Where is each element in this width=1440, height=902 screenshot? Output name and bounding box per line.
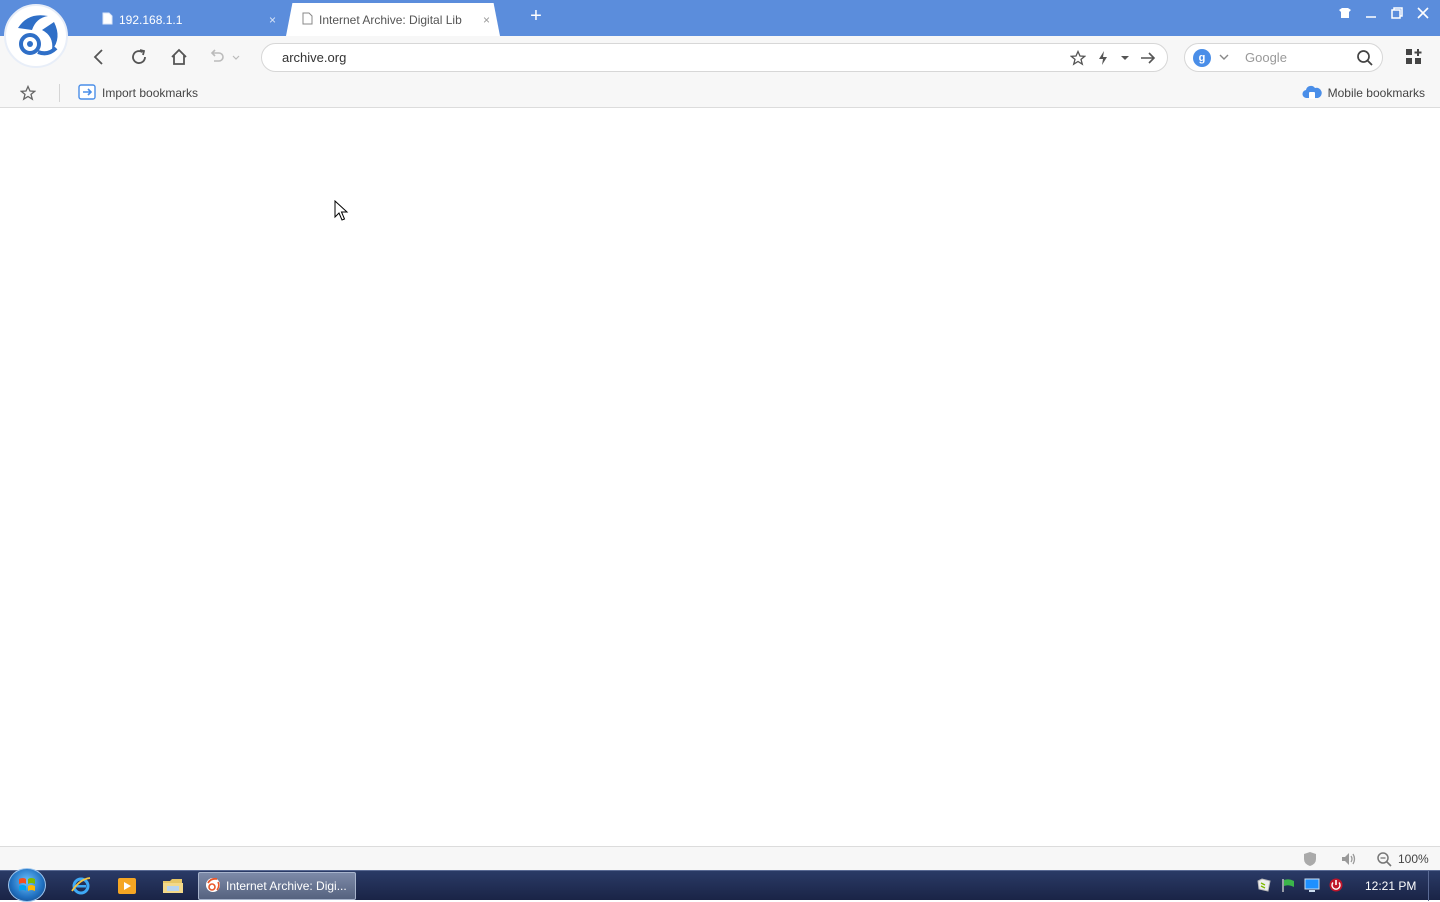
zoom-level[interactable]: 100% bbox=[1398, 852, 1429, 866]
bookmark-label: Import bookmarks bbox=[102, 86, 199, 100]
address-bar[interactable] bbox=[261, 43, 1168, 72]
bookmarks-bar: Import bookmarks Mobile bookmarks bbox=[0, 78, 1440, 108]
speaker-icon[interactable] bbox=[1340, 851, 1356, 867]
internet-explorer-icon[interactable] bbox=[64, 873, 98, 899]
tab-internet-archive[interactable]: Internet Archive: Digital Lib × bbox=[286, 3, 500, 36]
show-desktop-button[interactable] bbox=[1428, 871, 1440, 901]
shield-icon[interactable] bbox=[1302, 851, 1318, 867]
power-tray-icon[interactable] bbox=[1328, 877, 1344, 893]
star-icon[interactable] bbox=[1069, 49, 1087, 67]
mobile-bookmarks-link[interactable]: Mobile bookmarks bbox=[1302, 84, 1425, 102]
taskbar-window-label: Internet Archive: Digi... bbox=[226, 879, 347, 893]
tab-title: 192.168.1.1 bbox=[119, 12, 183, 27]
star-icon[interactable] bbox=[19, 84, 38, 103]
undo-close-tab-button[interactable] bbox=[206, 45, 242, 69]
mouse-cursor-icon bbox=[334, 199, 350, 222]
chevron-down-icon[interactable] bbox=[1116, 49, 1134, 67]
browser-logo-icon[interactable] bbox=[4, 4, 68, 68]
page-icon bbox=[302, 12, 313, 28]
clock[interactable]: 12:21 PM bbox=[1365, 879, 1416, 893]
search-engine-icon[interactable]: g bbox=[1193, 49, 1211, 67]
monitor-tray-icon[interactable] bbox=[1304, 877, 1320, 893]
lightning-icon[interactable] bbox=[1094, 49, 1112, 67]
new-tab-button[interactable]: + bbox=[525, 4, 547, 28]
browser-logo-icon bbox=[205, 877, 221, 896]
flag-tray-icon[interactable] bbox=[1280, 877, 1296, 893]
taskbar: Internet Archive: Digi... 12:21 PM bbox=[0, 868, 1440, 902]
start-button[interactable] bbox=[8, 868, 46, 902]
minimize-button[interactable] bbox=[1362, 4, 1380, 22]
tab-router[interactable]: 192.168.1.1 × bbox=[86, 3, 286, 36]
tab-title: Internet Archive: Digital Lib bbox=[319, 12, 462, 27]
go-arrow-icon[interactable] bbox=[1139, 49, 1157, 67]
title-bar: 192.168.1.1 × Internet Archive: Digital … bbox=[0, 0, 1440, 68]
folder-icon[interactable] bbox=[156, 873, 190, 899]
home-button[interactable] bbox=[167, 45, 191, 69]
status-bar: 100% bbox=[0, 846, 1440, 870]
reload-button[interactable] bbox=[127, 45, 151, 69]
search-box[interactable]: g bbox=[1184, 43, 1383, 72]
navigation-toolbar: g bbox=[0, 36, 1440, 78]
restore-button[interactable] bbox=[1388, 4, 1406, 22]
url-input[interactable] bbox=[280, 44, 1040, 71]
divider bbox=[59, 84, 60, 102]
bookmark-label: Mobile bookmarks bbox=[1327, 86, 1425, 100]
cloud-icon bbox=[1302, 84, 1322, 103]
close-window-button[interactable] bbox=[1414, 4, 1432, 22]
back-button[interactable] bbox=[86, 45, 110, 69]
close-icon[interactable]: × bbox=[269, 13, 276, 27]
zoom-icon[interactable] bbox=[1376, 851, 1392, 867]
skin-icon[interactable] bbox=[1336, 4, 1354, 22]
apps-grid-icon[interactable] bbox=[1405, 48, 1423, 66]
media-player-icon[interactable] bbox=[110, 873, 144, 899]
window-controls bbox=[1336, 2, 1432, 24]
search-input[interactable] bbox=[1243, 44, 1351, 71]
system-tray bbox=[1256, 877, 1344, 893]
taskbar-browser-window[interactable]: Internet Archive: Digi... bbox=[198, 872, 356, 900]
page-icon bbox=[102, 12, 113, 28]
close-icon[interactable]: × bbox=[483, 13, 490, 27]
import-icon bbox=[78, 83, 96, 103]
chevron-down-icon[interactable] bbox=[1219, 49, 1229, 68]
page-content[interactable] bbox=[0, 108, 1440, 846]
network-tray-icon[interactable] bbox=[1256, 877, 1272, 893]
import-bookmarks-link[interactable]: Import bookmarks bbox=[78, 83, 199, 103]
search-icon[interactable] bbox=[1356, 49, 1374, 67]
